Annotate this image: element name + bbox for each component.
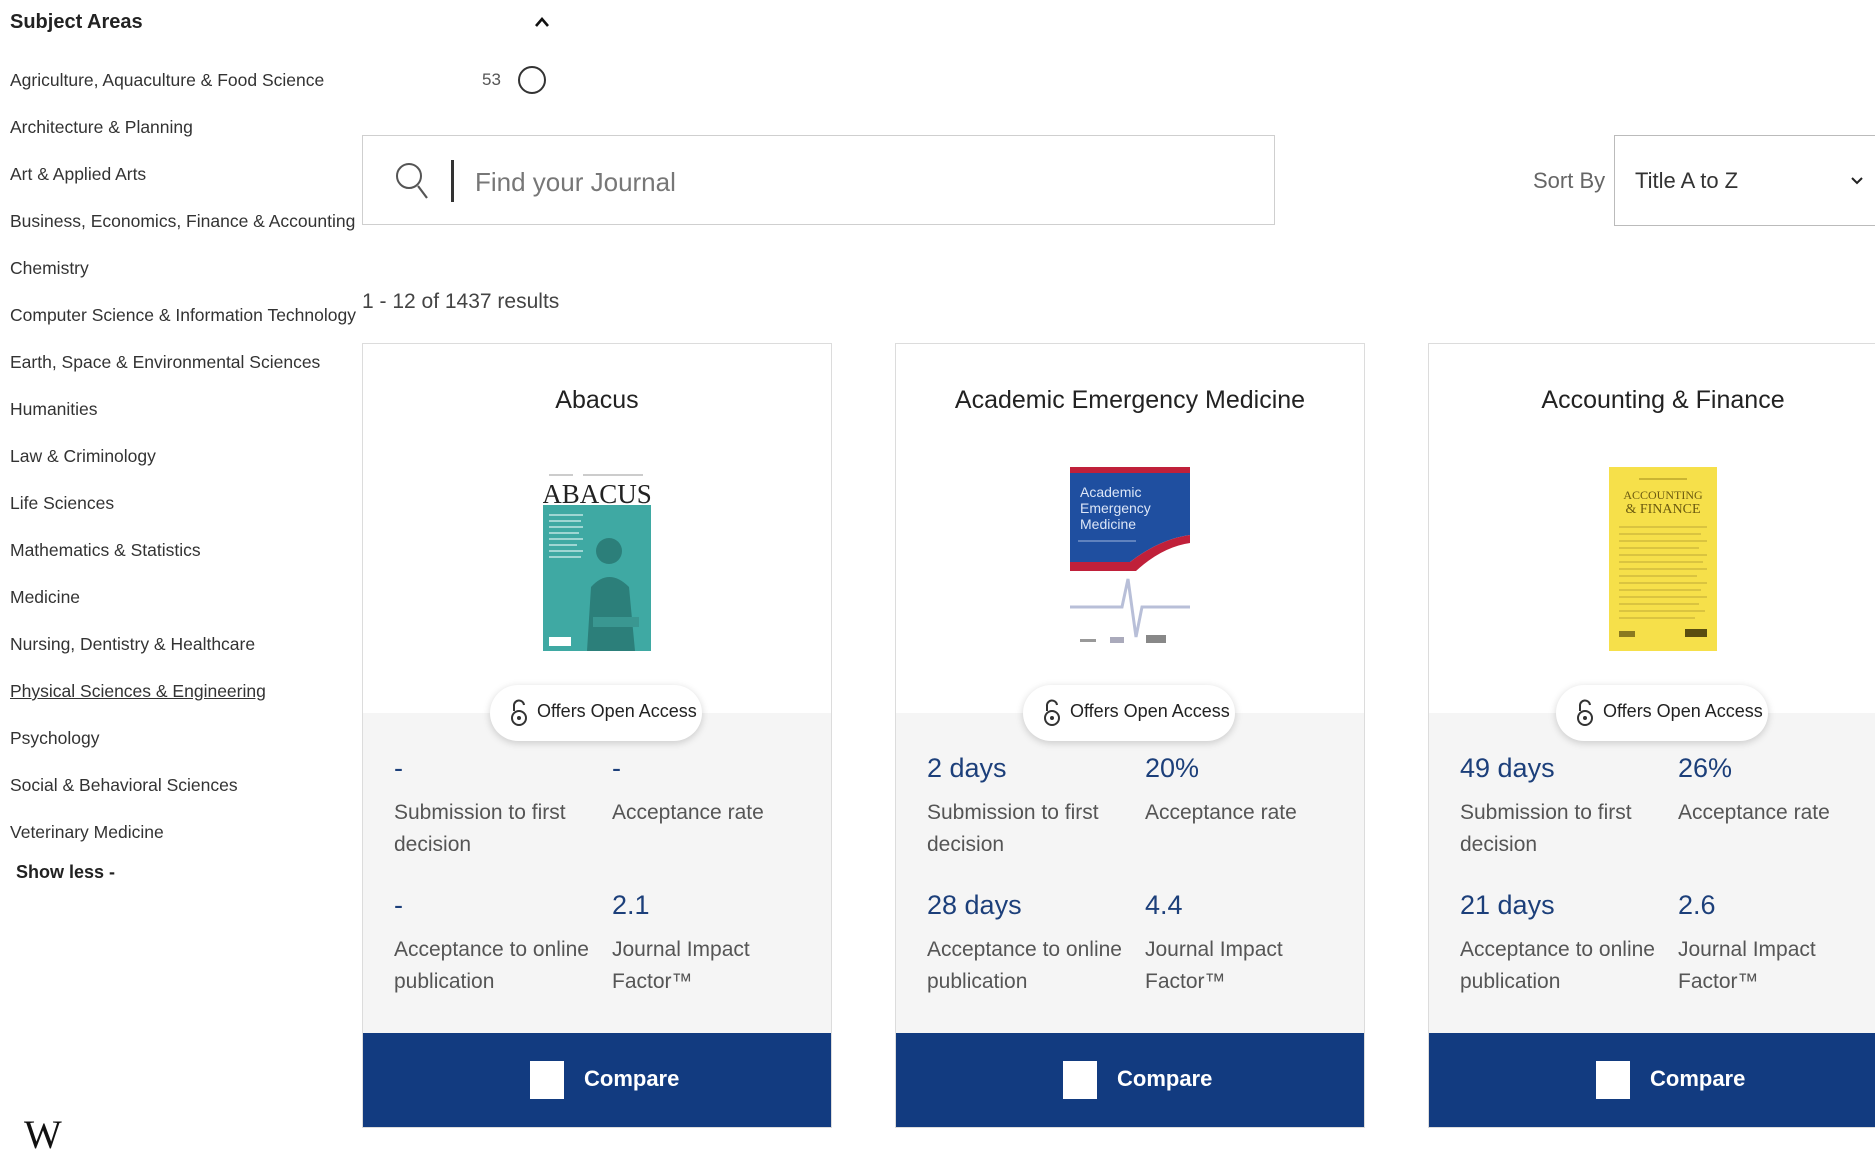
chevron-up-icon[interactable]	[534, 14, 550, 30]
results-count: 1 - 12 of 1437 results	[362, 290, 560, 313]
compare-checkbox[interactable]	[530, 1061, 564, 1099]
subject-item-medicine[interactable]: Medicine	[10, 577, 362, 624]
subject-item-physical-sciences[interactable]: Physical Sciences & Engineering	[10, 671, 362, 718]
compare-button[interactable]: Compare	[363, 1033, 831, 1127]
compare-label: Compare	[1650, 1066, 1746, 1091]
compare-checkbox[interactable]	[1063, 1061, 1097, 1099]
journal-cover-image[interactable]: Academic Emergency Medicine	[1070, 467, 1190, 651]
acceptance-rate-value: 20%	[1145, 753, 1200, 783]
open-access-label: Offers Open Access	[537, 701, 697, 721]
acceptance-to-online-label: Acceptance to online publication	[1460, 938, 1655, 993]
acceptance-to-online-value: 21 days	[1460, 890, 1555, 920]
impact-factor-label: Journal Impact Factor™	[1678, 938, 1816, 993]
open-lock-icon	[1044, 699, 1060, 726]
sort-value: Title A to Z	[1635, 168, 1739, 193]
journal-metrics: 49 days Submission to first decision 26%…	[1429, 713, 1875, 1035]
submission-to-first-decision-value: 2 days	[927, 753, 1007, 783]
sort-select[interactable]: Title A to Z	[1614, 135, 1875, 226]
journal-title[interactable]: Academic Emergency Medicine	[896, 386, 1364, 415]
sort-label: Sort By	[1533, 168, 1606, 193]
open-access-badge: Offers Open Access	[1556, 685, 1768, 741]
compare-button[interactable]: Compare	[1429, 1033, 1875, 1127]
impact-factor-label: Journal Impact Factor™	[1145, 938, 1283, 993]
journal-metrics: 2 days Submission to first decision 20% …	[896, 713, 1364, 1035]
footer-logo-fragment: W	[24, 1112, 62, 1157]
open-access-badge: Offers Open Access	[1023, 685, 1235, 741]
acceptance-rate-value: 26%	[1678, 753, 1733, 783]
submission-to-first-decision-value: 49 days	[1460, 753, 1555, 783]
journal-cover-image[interactable]: ACCOUNTING & FINANCE	[1609, 467, 1717, 651]
subject-item-earth-space[interactable]: Earth, Space & Environmental Sciences	[10, 342, 362, 389]
compare-button[interactable]: Compare	[896, 1033, 1364, 1127]
subject-item-nursing[interactable]: Nursing, Dentistry & Healthcare	[10, 624, 362, 671]
compare-checkbox[interactable]	[1596, 1061, 1630, 1099]
subject-item-law[interactable]: Law & Criminology	[10, 436, 362, 483]
acceptance-rate-value: -	[612, 753, 621, 783]
submission-to-first-decision-label: Submission to first decision	[1460, 801, 1632, 856]
impact-factor-value: 2.6	[1678, 890, 1716, 920]
submission-to-first-decision-label: Submission to first decision	[394, 801, 566, 856]
subject-item-architecture[interactable]: Architecture & Planning	[10, 107, 362, 154]
svg-text:ACCOUNTING: ACCOUNTING	[1623, 488, 1703, 502]
subject-item-computer-science[interactable]: Computer Science & Information Technolog…	[10, 295, 362, 342]
open-lock-icon	[511, 699, 527, 726]
subject-areas-sidebar: Agriculture, Aquaculture & Food Science …	[0, 0, 362, 1128]
acceptance-to-online-value: -	[394, 890, 403, 920]
svg-text:Medicine: Medicine	[1080, 516, 1136, 532]
impact-factor-value: 4.4	[1145, 890, 1183, 920]
svg-text:Academic: Academic	[1080, 484, 1141, 500]
subject-item-social-sciences[interactable]: Social & Behavioral Sciences	[10, 765, 362, 812]
journal-metrics: - Submission to first decision - Accepta…	[363, 713, 831, 1035]
submission-to-first-decision-label: Submission to first decision	[927, 801, 1099, 856]
impact-factor-label: Journal Impact Factor™	[612, 938, 750, 993]
subject-item-agriculture[interactable]: Agriculture, Aquaculture & Food Science	[10, 60, 362, 107]
journal-card: Accounting & Finance ACCOUNTING & FINANC…	[1428, 343, 1875, 1128]
compare-label: Compare	[1117, 1066, 1213, 1091]
acceptance-to-online-value: 28 days	[927, 890, 1022, 920]
journal-card: Abacus ABACUS - Submission to first deci…	[362, 343, 832, 1128]
open-lock-icon	[1577, 699, 1593, 726]
subject-item-mathematics[interactable]: Mathematics & Statistics	[10, 530, 362, 577]
svg-text:ABACUS: ABACUS	[543, 479, 651, 509]
journal-title[interactable]: Abacus	[363, 386, 831, 415]
acceptance-to-online-label: Acceptance to online publication	[927, 938, 1122, 993]
subject-areas-title: Subject Areas	[10, 11, 143, 33]
subject-count: 53	[482, 70, 501, 89]
journal-title[interactable]: Accounting & Finance	[1429, 386, 1875, 415]
subject-item-art[interactable]: Art & Applied Arts	[10, 154, 362, 201]
subject-item-veterinary[interactable]: Veterinary Medicine	[10, 812, 362, 859]
subject-item-life-sciences[interactable]: Life Sciences	[10, 483, 362, 530]
subject-radio[interactable]	[518, 66, 546, 94]
search-divider	[451, 160, 454, 202]
journal-search[interactable]	[362, 135, 1275, 225]
compare-label: Compare	[584, 1066, 680, 1091]
chevron-down-icon	[1851, 177, 1863, 185]
open-access-label: Offers Open Access	[1070, 701, 1230, 721]
acceptance-rate-label: Acceptance rate	[1678, 801, 1830, 824]
subject-item-psychology[interactable]: Psychology	[10, 718, 362, 765]
subject-areas-header[interactable]: Subject Areas	[10, 8, 550, 36]
subject-list: Agriculture, Aquaculture & Food Science …	[10, 60, 362, 859]
open-access-badge: Offers Open Access	[490, 685, 702, 741]
svg-text:& FINANCE: & FINANCE	[1625, 502, 1700, 517]
subject-item-humanities[interactable]: Humanities	[10, 389, 362, 436]
svg-text:Emergency: Emergency	[1080, 500, 1151, 516]
acceptance-to-online-label: Acceptance to online publication	[394, 938, 589, 993]
journal-cover-image[interactable]: ABACUS	[543, 467, 651, 651]
journal-card: Academic Emergency Medicine Academic Eme…	[895, 343, 1365, 1128]
impact-factor-value: 2.1	[612, 890, 650, 920]
subject-item-business[interactable]: Business, Economics, Finance & Accountin…	[10, 201, 362, 248]
acceptance-rate-label: Acceptance rate	[1145, 801, 1297, 824]
open-access-label: Offers Open Access	[1603, 701, 1763, 721]
subject-item-chemistry[interactable]: Chemistry	[10, 248, 362, 295]
submission-to-first-decision-value: -	[394, 753, 403, 783]
show-less-link[interactable]: Show less -	[16, 862, 115, 883]
acceptance-rate-label: Acceptance rate	[612, 801, 764, 824]
search-input[interactable]	[473, 156, 1237, 208]
search-icon	[396, 163, 428, 199]
